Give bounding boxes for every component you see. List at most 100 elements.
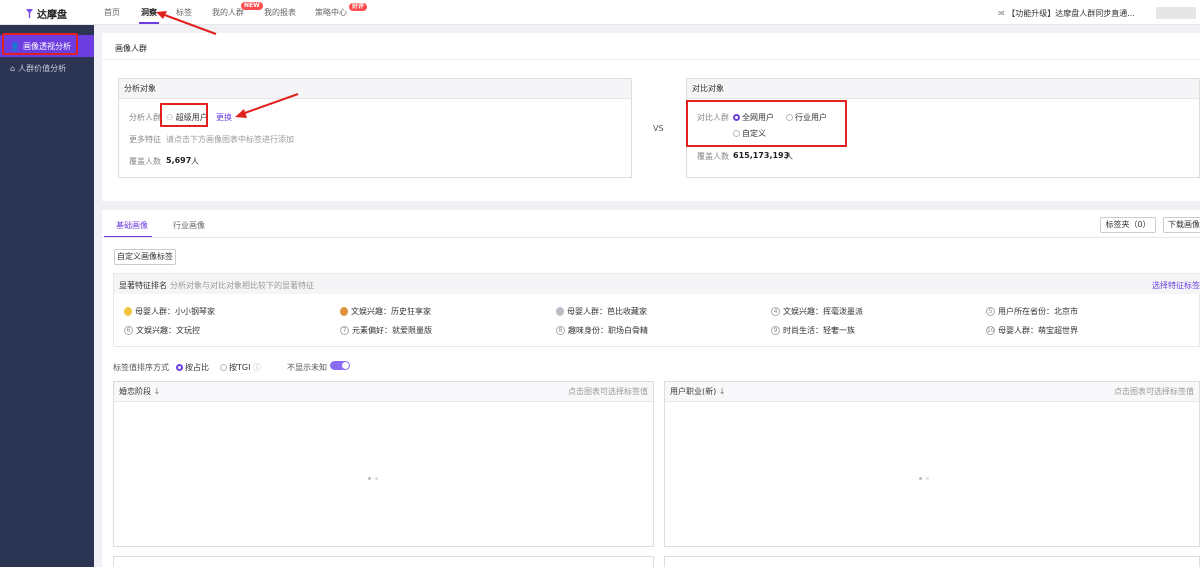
feature-text: 元素偏好：就爱限量版 [352,326,432,335]
chart-panel-occupation[interactable]: 用户职业(新) ↓ 点击图表可选择标签值 [664,381,1200,547]
feature-text: 趣味身份：职场白骨精 [568,326,648,335]
more-feature-label: 更多特征 [129,135,161,144]
annotation-highlight-compare [686,100,847,147]
features-subtitle: 分析对象与对比对象相比较下的显著特征 [170,281,314,290]
rank-badge: 5 [986,307,995,316]
feature-text: 文娱兴趣：历史狂享家 [351,307,431,316]
nav-my-reports[interactable]: 我的报表 [264,7,296,18]
change-link[interactable]: 更换 [216,112,232,123]
feature-item[interactable]: 4 文娱兴趣：挥毫泼墨派 [771,306,863,317]
feature-item[interactable]: 9 时尚生活：轻奢一族 [771,325,855,336]
feature-item[interactable]: 6 文娱兴趣：文玩控 [124,325,200,336]
select-feature-link[interactable]: 选择特征标签 [1152,280,1200,291]
sort-by-ratio[interactable]: 按占比 [176,362,209,373]
compare-cover-label: 覆盖人数 [697,152,729,161]
toggle-switch[interactable] [330,361,350,370]
rank-badge: 4 [771,307,780,316]
chart-panel-next-left [113,556,654,567]
chart-panel-marriage[interactable]: 婚恋阶段 ↓ 点击图表可选择标签值 [113,381,654,547]
user-avatar[interactable] [1156,7,1196,19]
analysis-cover-unit: 人 [191,157,199,166]
panel-hint: 点击图表可选择标签值 [568,387,648,396]
compare-cover-unit: 人 [785,152,793,161]
logo-text: 达摩盘 [37,10,67,21]
logo-icon [26,9,33,18]
feature-text: 母婴人群：萌宝超世界 [998,326,1078,335]
sidebar: 👤 画像透视分析 ⌂ 人群价值分析 [0,25,94,567]
vs-label: VS [653,124,664,133]
panel-title-text: 用户职业(新) [670,387,717,396]
sidebar-item-label: 人群价值分析 [18,63,67,73]
compare-cover-value: 615,173,193 [733,151,790,160]
section-title: 画像人群 [115,44,147,53]
sort-arrow-icon[interactable]: ↓ [154,387,161,396]
hot-badge: 好评 [349,3,368,11]
radio-icon [220,364,227,371]
feature-item[interactable]: 母婴人群：小小钢琴家 [124,306,215,317]
features-title: 显著特征排名 [119,281,167,290]
custom-tag-button[interactable]: 自定义画像标签 [114,249,176,265]
annotation-highlight-crowd [160,103,208,127]
mail-icon: ✉ [998,9,1008,18]
chart-panel-next-right [664,556,1200,567]
feature-item[interactable]: 8 趣味身份：职场白骨精 [556,325,648,336]
silver-medal-icon [556,307,564,316]
radio-selected-icon [176,364,183,371]
more-feature-hint: 请点击下方画像图表中标签进行添加 [166,135,294,144]
panel-title: 用户职业(新) ↓ [670,382,726,401]
tab-divider [102,237,1200,238]
feature-text: 母婴人群：芭比收藏家 [567,307,647,316]
feature-item[interactable]: 10 母婴人群：萌宝超世界 [986,325,1078,336]
sort-label: 标签值排序方式 [113,363,169,372]
nav-strategy[interactable]: 策略中心 [315,7,347,18]
gold-medal-icon [124,307,132,316]
rank-badge: 9 [771,326,780,335]
divider [102,59,1200,60]
compare-header: 对比对象 [687,79,1199,99]
hide-unknown-toggle[interactable] [330,361,350,370]
annotation-highlight-sidebar [2,33,78,55]
help-icon[interactable]: ⓘ [253,363,261,372]
rank-badge: 8 [556,326,565,335]
feature-text: 文娱兴趣：挥毫泼墨派 [783,307,863,316]
panel-title: 婚恋阶段 ↓ [119,382,160,401]
tab-basic-portrait[interactable]: 基础画像 [116,220,148,231]
new-badge: NEW [241,2,263,10]
loading-spinner [919,477,929,480]
rank-badge: 10 [986,326,995,335]
rank-badge: 7 [340,326,349,335]
loading-spinner [368,477,378,480]
rank-badge: 6 [124,326,133,335]
annotation-arrow-change [235,93,299,118]
feature-text: 母婴人群：小小钢琴家 [135,307,215,316]
feature-text: 用户所在省份：北京市 [998,307,1078,316]
feature-item[interactable]: 5 用户所在省份：北京市 [986,306,1078,317]
analysis-cover-value: 5,697 [166,156,192,165]
notice-text[interactable]: ✉ 【功能升级】达摩盘人群同步直通... [998,8,1135,19]
feature-item[interactable]: 7 元素偏好：就爱限量版 [340,325,432,336]
feature-item[interactable]: 母婴人群：芭比收藏家 [556,306,647,317]
logo[interactable]: 达摩盘 [25,6,67,21]
feature-item[interactable]: 文娱兴趣：历史狂享家 [340,306,431,317]
download-portrait-button[interactable]: 下载画像 [1163,217,1200,233]
tag-folder-button[interactable]: 标签夹（0） [1100,217,1156,233]
notice-label: 【功能升级】达摩盘人群同步直通... [1007,9,1135,18]
hide-unknown-label: 不显示未知 [287,363,327,372]
nav-home[interactable]: 首页 [104,7,120,18]
analysis-crowd-label: 分析人群 [129,113,161,122]
sort-option-label: 按TGI [229,363,251,372]
feature-text: 文娱兴趣：文玩控 [136,326,200,335]
sort-by-tgi[interactable]: 按TGI ⓘ [220,362,261,373]
panel-hint: 点击图表可选择标签值 [1114,387,1194,396]
home-icon: ⌂ [10,63,16,73]
sort-option-label: 按占比 [185,363,209,372]
panel-title-text: 婚恋阶段 [119,387,151,396]
analysis-cover-label: 覆盖人数 [129,157,161,166]
tab-industry-portrait[interactable]: 行业画像 [173,220,205,231]
sort-arrow-icon[interactable]: ↓ [719,387,726,396]
annotation-arrow-nav [156,11,217,35]
feature-text: 时尚生活：轻奢一族 [783,326,855,335]
analysis-header: 分析对象 [119,79,631,99]
sidebar-item-value[interactable]: ⌂ 人群价值分析 [0,57,94,79]
bronze-medal-icon [340,307,348,316]
